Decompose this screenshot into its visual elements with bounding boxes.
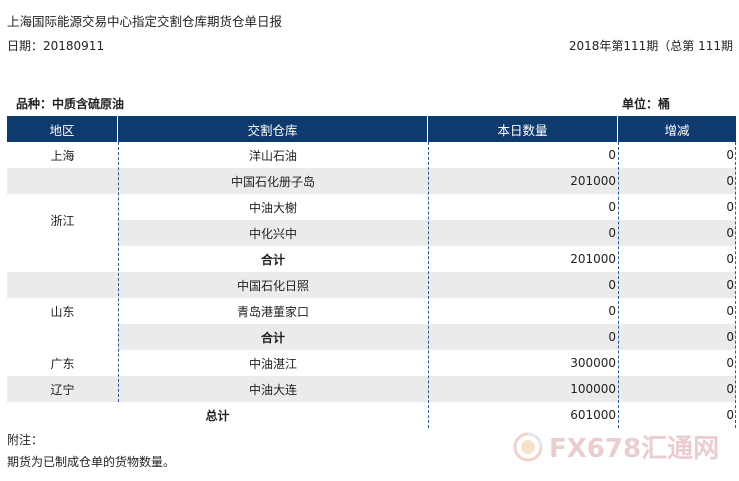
column-divider: [118, 142, 119, 402]
change-cell: 0: [726, 382, 734, 396]
region-cell: 浙江: [50, 213, 75, 228]
quantity-cell: 0: [608, 278, 616, 292]
quantity-cell: 0: [608, 226, 616, 240]
region-cell: 山东: [50, 304, 75, 319]
change-cell: 0: [726, 174, 734, 188]
quantity-cell: 201000: [570, 252, 616, 266]
quantity-cell: 0: [608, 148, 616, 162]
report-date: 日期：20180911: [7, 39, 105, 53]
column-divider: [618, 142, 619, 428]
quantity-cell: 0: [608, 200, 616, 214]
change-cell: 0: [726, 356, 734, 370]
total-quantity: 601000: [570, 408, 616, 422]
note-text: 期货为已制成仓单的货物数量。: [7, 455, 176, 469]
unit-label: 单位：桶: [622, 97, 671, 111]
region-cell: 广东: [50, 356, 75, 371]
total-change: 0: [726, 408, 734, 422]
warehouse-cell: 中国石化日照: [236, 278, 309, 293]
variety-label: 品种：中质含硫原油: [16, 97, 125, 111]
change-cell: 0: [726, 200, 734, 214]
region-cell: 上海: [50, 148, 75, 163]
quantity-cell: 300000: [570, 356, 616, 370]
warehouse-cell: 中国石化册子岛: [230, 174, 315, 189]
column-divider: [735, 142, 736, 428]
region-cell: 辽宁: [50, 382, 75, 397]
change-cell: 0: [726, 278, 734, 292]
warehouse-cell: 中油大榭: [248, 200, 297, 215]
header-warehouse: 交割仓库: [118, 116, 428, 142]
report-issue: 2018年第111期（总第 111期: [568, 39, 733, 53]
warehouse-cell: 中化兴中: [248, 226, 297, 241]
warehouse-cell: 中油湛江: [248, 356, 297, 371]
quantity-cell: 201000: [570, 174, 616, 188]
warehouse-cell: 中油大连: [248, 382, 297, 397]
quantity-cell: 0: [608, 304, 616, 318]
warehouse-cell: 洋山石油: [248, 148, 297, 163]
quantity-cell: 0: [608, 330, 616, 344]
note-label: 附注：: [7, 433, 44, 447]
report-title: 上海国际能源交易中心指定交割仓库期货仓单日报: [7, 14, 283, 29]
header-region: 地区: [7, 116, 118, 142]
subtotal-label: 合计: [260, 252, 285, 267]
change-cell: 0: [726, 304, 734, 318]
change-cell: 0: [726, 330, 734, 344]
change-cell: 0: [726, 252, 734, 266]
change-cell: 0: [726, 226, 734, 240]
watermark: FX678汇通网: [513, 428, 719, 465]
watermark-text: FX678汇通网: [549, 434, 720, 464]
total-label: 总计: [205, 408, 230, 423]
header-quantity: 本日数量: [428, 116, 618, 142]
subtotal-label: 合计: [260, 330, 285, 345]
change-cell: 0: [726, 148, 734, 162]
header-change: 增减: [618, 116, 736, 142]
column-divider: [428, 142, 429, 428]
fx678-logo-icon: [513, 432, 543, 461]
warehouse-cell: 青岛港董家口: [236, 304, 309, 319]
quantity-cell: 100000: [570, 382, 616, 396]
